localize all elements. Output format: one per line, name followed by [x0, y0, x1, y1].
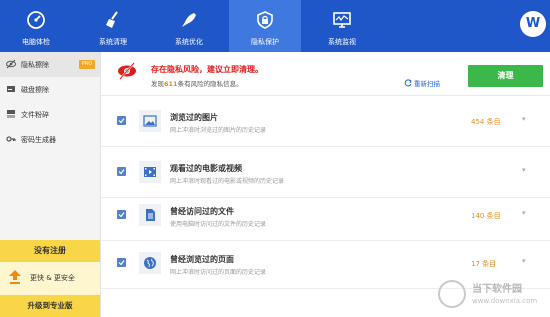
- film-icon: [144, 167, 156, 177]
- tab-label: 隐私保护: [251, 38, 279, 46]
- item-count: 140 条目: [471, 212, 501, 220]
- sidebar-item-label: 隐私擦除: [21, 61, 49, 69]
- tab-system-clean[interactable]: 系统清理: [77, 0, 149, 52]
- watermark: 当下软件园 www.downxia.com: [438, 276, 548, 316]
- item-title: 曾经浏览过的页面: [170, 255, 234, 264]
- summary-suffix: 条有风险的隐私信息。: [177, 80, 243, 88]
- tab-label: 电脑体检: [22, 38, 50, 46]
- watermark-title: 当下软件园: [472, 284, 522, 295]
- item-title: 观看过的电影或视频: [170, 164, 242, 173]
- item-checkbox[interactable]: [117, 116, 126, 125]
- sidebar-item-label: 密码生成器: [21, 136, 56, 144]
- item-checkbox[interactable]: [117, 210, 126, 219]
- speedometer-icon: [27, 11, 45, 29]
- summary-prefix: 发现: [151, 80, 164, 88]
- promo-title: 没有注册: [0, 240, 100, 262]
- sidebar-item-label: 文件粉碎: [21, 111, 49, 119]
- sidebar-item-password-generator[interactable]: 密码生成器: [0, 127, 100, 152]
- sidebar-item-label: 磁盘擦除: [21, 86, 49, 94]
- item-count: 17 条目: [471, 260, 497, 268]
- tab-pc-checkup[interactable]: 电脑体检: [0, 0, 72, 52]
- sidebar-item-privacy-erase[interactable]: 隐私擦除 PRO: [0, 52, 100, 77]
- disk-icon: [7, 86, 15, 92]
- tab-privacy-protect[interactable]: 隐私保护: [229, 0, 301, 52]
- rocket-icon: [182, 13, 196, 27]
- eye-slash-warning-icon: [118, 62, 136, 80]
- watermark-logo: [438, 280, 466, 308]
- app-logo[interactable]: W: [520, 11, 546, 37]
- item-icon-box: [139, 161, 161, 183]
- risk-alert: 存在隐私风险，建议立即清理。 发现611条有风险的隐私信息。 重新扫描 清理: [101, 52, 550, 96]
- tab-label: 系统优化: [175, 38, 203, 46]
- item-description: 网上冲浪时访问过的页面的历史记录: [170, 269, 267, 276]
- key-icon: [6, 136, 16, 142]
- list-item[interactable]: 浏览过的图片 网上冲浪时浏览过的图片的历史记录 454 条目 ▾: [101, 96, 550, 147]
- chevron-down-icon[interactable]: ▾: [522, 115, 526, 123]
- item-title: 浏览过的图片: [170, 113, 218, 122]
- check-icon: [118, 118, 125, 124]
- image-icon: [143, 115, 157, 127]
- top-nav-bar: 电脑体检 系统清理 系统优化 隐私保护 系统监视 W: [0, 0, 550, 52]
- sidebar: 隐私擦除 PRO 磁盘擦除 文件粉碎 密码生成器 没有注册 更快 & 更安全 升…: [0, 52, 101, 317]
- item-count: 454 条目: [471, 118, 501, 126]
- check-icon: [118, 169, 125, 175]
- sidebar-item-disk-erase[interactable]: 磁盘擦除: [0, 77, 100, 102]
- chevron-down-icon[interactable]: ▾: [522, 257, 526, 265]
- broom-icon: [106, 11, 118, 28]
- watermark-url: www.downxia.com: [472, 297, 538, 305]
- shredder-icon: [7, 110, 15, 118]
- chevron-down-icon[interactable]: ▾: [522, 209, 526, 217]
- rescan-link[interactable]: 重新扫描: [404, 78, 440, 88]
- tab-system-optimize[interactable]: 系统优化: [153, 0, 225, 52]
- tab-label: 系统监视: [328, 38, 356, 46]
- alert-title: 存在隐私风险，建议立即清理。: [151, 65, 263, 74]
- lock-shield-icon: [257, 11, 273, 29]
- refresh-icon: [404, 79, 412, 87]
- alert-summary: 发现611条有风险的隐私信息。: [151, 78, 243, 88]
- risk-count: 611: [164, 80, 178, 88]
- check-icon: [118, 260, 125, 266]
- pro-badge: PRO: [79, 60, 95, 69]
- item-checkbox[interactable]: [117, 258, 126, 267]
- item-title: 曾经访问过的文件: [170, 207, 234, 216]
- document-icon: [146, 209, 155, 221]
- arrow-up-icon: [9, 270, 21, 284]
- rescan-label: 重新扫描: [414, 80, 440, 88]
- item-description: 使用电脑时访问过的文件的历史记录: [170, 221, 267, 228]
- monitor-icon: [333, 12, 351, 28]
- upgrade-promo: 没有注册 更快 & 更安全 升级到专业版: [0, 240, 100, 317]
- item-checkbox[interactable]: [117, 167, 126, 176]
- tab-system-monitor[interactable]: 系统监视: [306, 0, 378, 52]
- item-icon-box: [139, 252, 161, 274]
- upgrade-button[interactable]: 升级到专业版: [0, 295, 100, 317]
- globe-icon: [144, 257, 156, 269]
- item-icon-box: [139, 110, 161, 132]
- item-description: 网上冲浪时观看过的电影或视频的历史记录: [170, 178, 285, 185]
- item-description: 网上冲浪时浏览过的图片的历史记录: [170, 127, 267, 134]
- item-icon-box: [139, 204, 161, 226]
- promo-text: 更快 & 更安全: [30, 274, 75, 282]
- check-icon: [118, 212, 125, 218]
- tab-label: 系统清理: [99, 38, 127, 46]
- eye-slash-icon: [6, 59, 16, 69]
- clean-button[interactable]: 清理: [468, 65, 543, 87]
- chevron-down-icon[interactable]: ▾: [522, 166, 526, 174]
- list-item[interactable]: 曾经访问过的文件 使用电脑时访问过的文件的历史记录 140 条目 ▾: [101, 190, 550, 241]
- sidebar-item-file-shredder[interactable]: 文件粉碎: [0, 102, 100, 127]
